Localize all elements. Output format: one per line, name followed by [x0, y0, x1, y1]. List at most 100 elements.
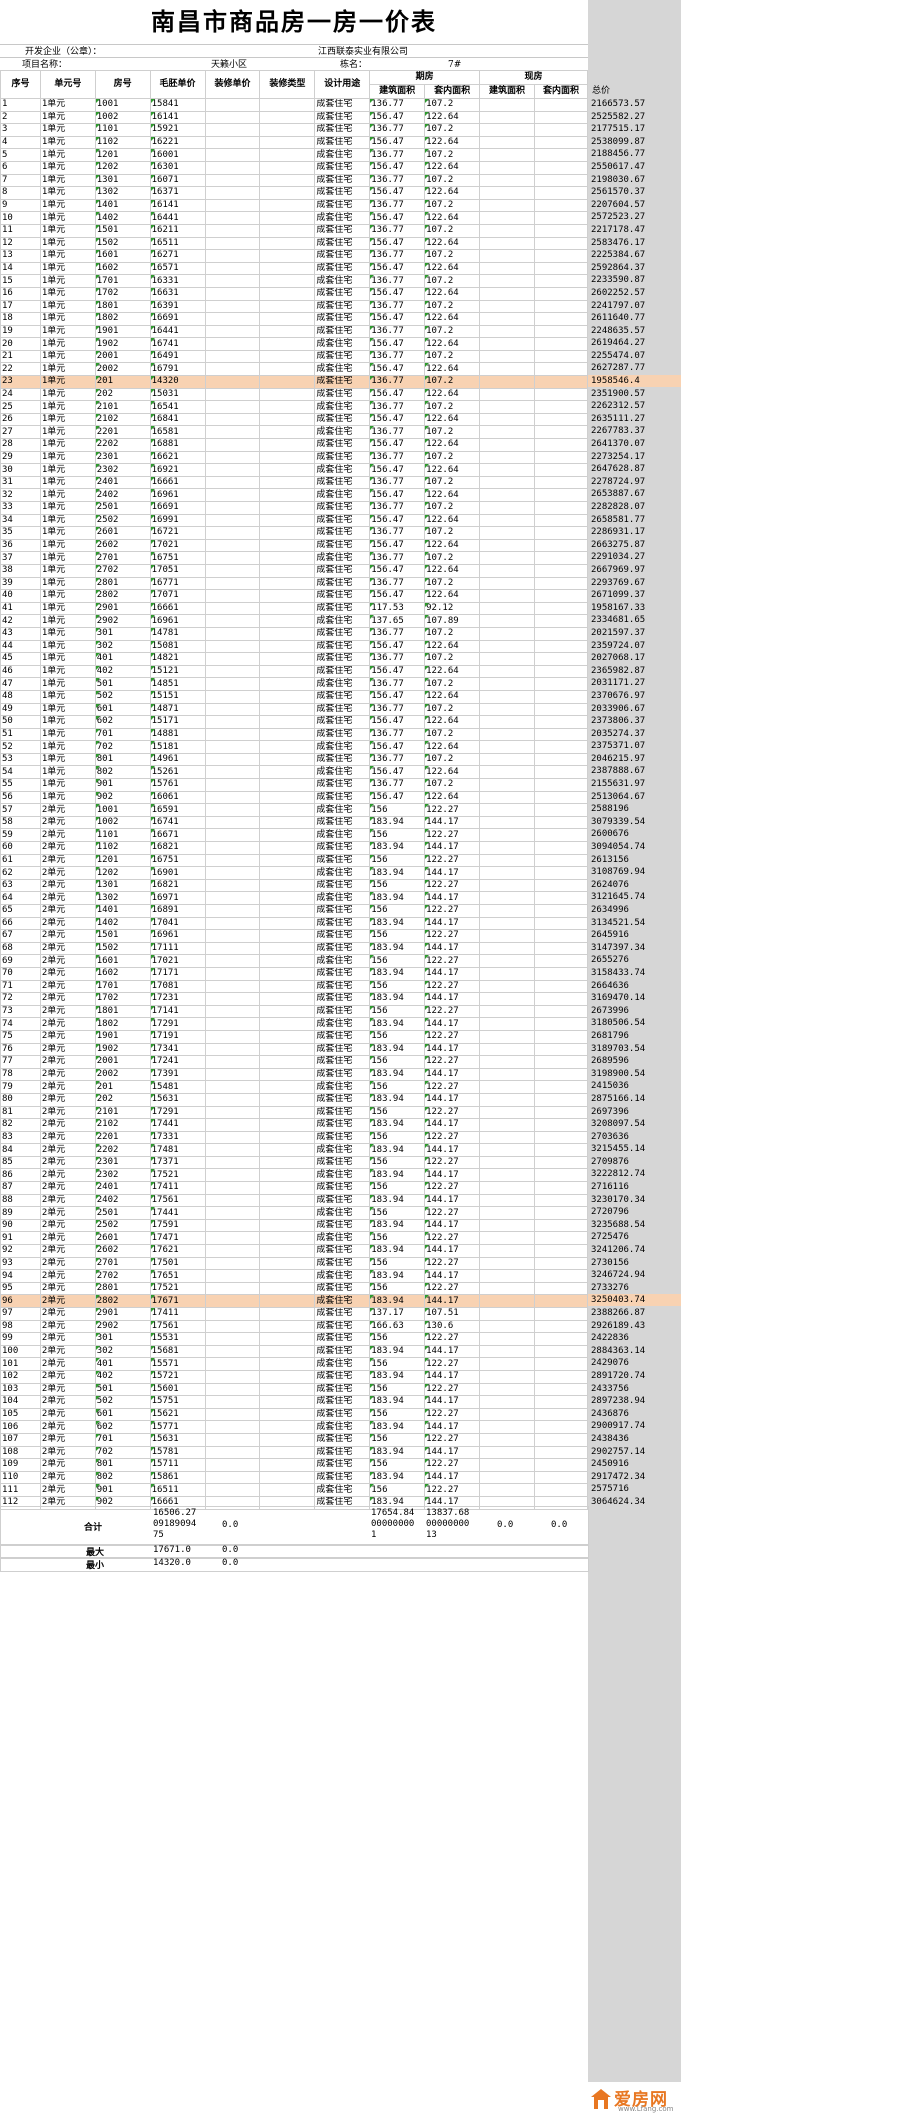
cell-unit: 2单元 — [39, 828, 96, 843]
cell-seq: 42 — [0, 614, 41, 628]
cell-deco-price — [204, 1105, 261, 1120]
cell-inner-area: 107.2 — [424, 626, 481, 641]
cell-deco-type — [259, 866, 316, 880]
cell-seq: 90 — [0, 1218, 41, 1233]
cell-deco-price — [204, 1269, 261, 1283]
cell-inner-area-current — [533, 1004, 589, 1019]
cell-usage: 成套住宅 — [314, 501, 371, 515]
cell-build-area-current — [479, 375, 535, 389]
site-logo: 爱房网 www.Lfang.com — [588, 2082, 681, 2115]
cell-deco-type — [259, 299, 316, 314]
cell-inner-area-current — [533, 790, 589, 805]
cell-price: 15861 — [149, 1470, 206, 1485]
cell-seq: 31 — [0, 475, 41, 490]
cell-price: 16661 — [149, 475, 206, 490]
cell-usage: 成套住宅 — [314, 438, 371, 452]
cell-total-price: 2550617.47 — [591, 161, 646, 172]
cell-inner-area: 122.27 — [424, 1458, 481, 1472]
cell-price: 16221 — [149, 135, 206, 150]
cell-price: 15631 — [149, 1092, 206, 1107]
cell-price: 16211 — [149, 223, 206, 238]
cell-total-price: 3241206.74 — [591, 1244, 646, 1255]
cell-price: 16071 — [149, 173, 206, 188]
cell-deco-price — [204, 778, 261, 792]
cell-total-price: 2917472.34 — [591, 1471, 646, 1482]
cell-build-area: 156.47 — [369, 463, 426, 477]
cell-inner-area-current — [533, 1231, 589, 1246]
cell-build-area-current — [479, 501, 535, 515]
cell-inner-area: 107.2 — [424, 576, 481, 591]
cell-build-area-current — [479, 1458, 535, 1472]
cell-deco-type — [259, 664, 316, 679]
cell-room: 1601 — [94, 249, 151, 263]
cell-total-price: 2177515.17 — [591, 123, 646, 134]
cell-unit: 1单元 — [39, 601, 96, 616]
summary-inner-total: 13837.68 00000000 13 — [426, 1508, 470, 1540]
cell-build-area-current — [479, 551, 535, 565]
cell-usage: 成套住宅 — [314, 1244, 371, 1258]
cell-seq: 40 — [0, 589, 41, 603]
cell-usage: 成套住宅 — [314, 1294, 371, 1308]
cell-room: 2301 — [94, 450, 151, 465]
cell-seq: 86 — [0, 1168, 41, 1183]
cell-seq: 75 — [0, 1029, 41, 1044]
table-body: 1 1单元 1001 15841 成套住宅 136.77 107.2 2 1单元 1002 1614… — [0, 98, 589, 1510]
cell-build-area: 136.77 — [369, 98, 426, 112]
cell-build-area-current — [479, 803, 535, 817]
cell-build-area-current — [479, 1218, 535, 1233]
cell-deco-price — [204, 425, 261, 440]
cell-seq: 21 — [0, 349, 41, 364]
cell-inner-area-current — [533, 135, 589, 150]
cell-room: 1202 — [94, 866, 151, 880]
cell-build-area: 156 — [369, 1155, 426, 1170]
cell-usage: 成套住宅 — [314, 98, 371, 112]
cell-usage: 成套住宅 — [314, 689, 371, 704]
cell-deco-type — [259, 1092, 316, 1107]
header-deco-price: 装修单价 — [204, 70, 261, 99]
cell-price: 16741 — [149, 815, 206, 830]
cell-build-area-current — [479, 412, 535, 427]
cell-price: 16961 — [149, 488, 206, 502]
cell-inner-area: 107.2 — [424, 274, 481, 288]
cell-usage: 成套住宅 — [314, 173, 371, 188]
cell-room: 1001 — [94, 803, 151, 817]
cell-inner-area-current — [533, 1483, 589, 1497]
cell-room: 2802 — [94, 589, 151, 603]
cell-deco-price — [204, 1369, 261, 1384]
cell-deco-price — [204, 1042, 261, 1057]
cell-build-area-current — [479, 1420, 535, 1434]
cell-seq: 35 — [0, 526, 41, 540]
cell-build-area-current — [479, 1395, 535, 1409]
table-row: 110 2单元 802 15861 成套住宅 183.94 144.17 — [0, 1470, 589, 1485]
header-inner-area-current: 套内面积 — [533, 84, 589, 99]
cell-seq: 88 — [0, 1193, 41, 1208]
cell-price: 15121 — [149, 664, 206, 679]
cell-total-price: 3235688.54 — [591, 1219, 646, 1230]
cell-deco-price — [204, 551, 261, 565]
cell-unit: 1单元 — [39, 123, 96, 137]
cell-room: 1701 — [94, 979, 151, 994]
cell-price: 15031 — [149, 387, 206, 402]
table-row: 33 1单元 2501 16691 成套住宅 136.77 107.2 — [0, 501, 589, 515]
cell-inner-area: 122.27 — [424, 878, 481, 893]
table-row: 69 2单元 1601 17021 成套住宅 156 122.27 — [0, 954, 589, 968]
cell-deco-type — [259, 1281, 316, 1296]
cell-total-price: 2663275.87 — [591, 539, 646, 550]
cell-room: 2202 — [94, 438, 151, 452]
cell-price: 17521 — [149, 1281, 206, 1296]
cell-total-price: 3147397.34 — [591, 942, 646, 953]
cell-room: 802 — [94, 1470, 151, 1485]
cell-seq: 80 — [0, 1092, 41, 1107]
cell-total-price: 2681796 — [591, 1030, 629, 1041]
table-row: 84 2单元 2202 17481 成套住宅 183.94 144.17 — [0, 1143, 589, 1157]
cell-build-area-current — [479, 1080, 535, 1094]
cell-price: 16671 — [149, 828, 206, 843]
cell-deco-type — [259, 1206, 316, 1220]
cell-unit: 2单元 — [39, 1218, 96, 1233]
table-row: 39 1单元 2801 16771 成套住宅 136.77 107.2 — [0, 576, 589, 591]
cell-deco-price — [204, 400, 261, 414]
table-row: 42 1单元 2902 16961 成套住宅 137.65 107.89 — [0, 614, 589, 628]
cell-room: 302 — [94, 1344, 151, 1359]
cell-unit: 1单元 — [39, 639, 96, 654]
cell-inner-area-current — [533, 1206, 589, 1220]
